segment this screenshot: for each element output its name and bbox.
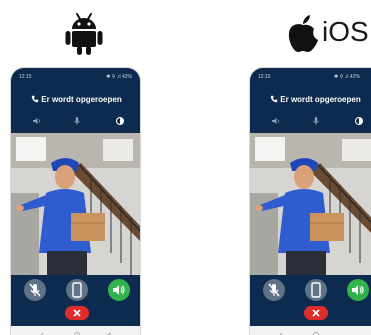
navigation-icons [40,332,112,335]
speaker-button[interactable] [108,279,130,301]
system-navigation-bar [250,326,371,335]
navigation-icons [279,332,319,335]
display-button[interactable] [305,279,327,301]
mute-microphone-button[interactable] [24,279,46,301]
system-navigation-bar [11,326,140,335]
apple-icon [288,15,318,52]
phone-screen-icon [311,282,321,298]
speaker-icon [352,285,364,295]
phone-screen-icon [72,282,82,298]
call-action-buttons [11,279,140,301]
phone-handset-icon [271,95,278,103]
speaker-button[interactable] [347,279,369,301]
phone-handset-icon [32,95,39,103]
doorbell-video-feed [250,133,371,275]
status-time: 12:15 [19,74,32,80]
microphone-icon[interactable] [311,116,321,126]
status-indicators: ✱ ⚲ .ıl 42% [106,74,132,80]
status-indicators: ✱ ⚲ .ıl 42% [334,74,360,80]
status-bar: 12:15 ✱ ⚲ .ıl 42% [11,74,140,82]
close-icon [312,309,320,317]
brightness-icon[interactable] [354,116,364,126]
microphone-muted-icon [29,283,41,297]
brightness-icon[interactable] [115,116,125,126]
end-call-button[interactable] [304,306,328,320]
call-title-text: Er wordt opgeroepen [280,95,361,104]
status-bar: 12:15 ✱ ⚲ .ıl 42% [250,74,371,82]
ios-label: iOS [322,16,369,47]
call-control-row [250,116,371,126]
android-robot-icon [65,13,103,55]
display-button[interactable] [66,279,88,301]
end-call-button[interactable] [65,306,89,320]
call-control-row [11,116,140,126]
call-action-buttons [250,279,371,301]
speaker-icon [113,285,125,295]
doorbell-video-feed [11,133,140,275]
status-time: 12:15 [258,74,271,80]
call-title-text: Er wordt opgeroepen [41,95,122,104]
call-title: Er wordt opgeroepen [250,95,371,104]
android-phone-screen: 12:15 ✱ ⚲ .ıl 42% Er wordt opgeroepen [10,67,141,335]
microphone-icon[interactable] [72,116,82,126]
volume-icon[interactable] [271,116,281,126]
mute-microphone-button[interactable] [263,279,285,301]
volume-icon[interactable] [32,116,42,126]
close-icon [73,309,81,317]
call-title: Er wordt opgeroepen [11,95,140,104]
microphone-muted-icon [268,283,280,297]
ios-phone-screen: 12:15 ✱ ⚲ .ıl 42% Er wordt opgeroepen [249,67,371,335]
